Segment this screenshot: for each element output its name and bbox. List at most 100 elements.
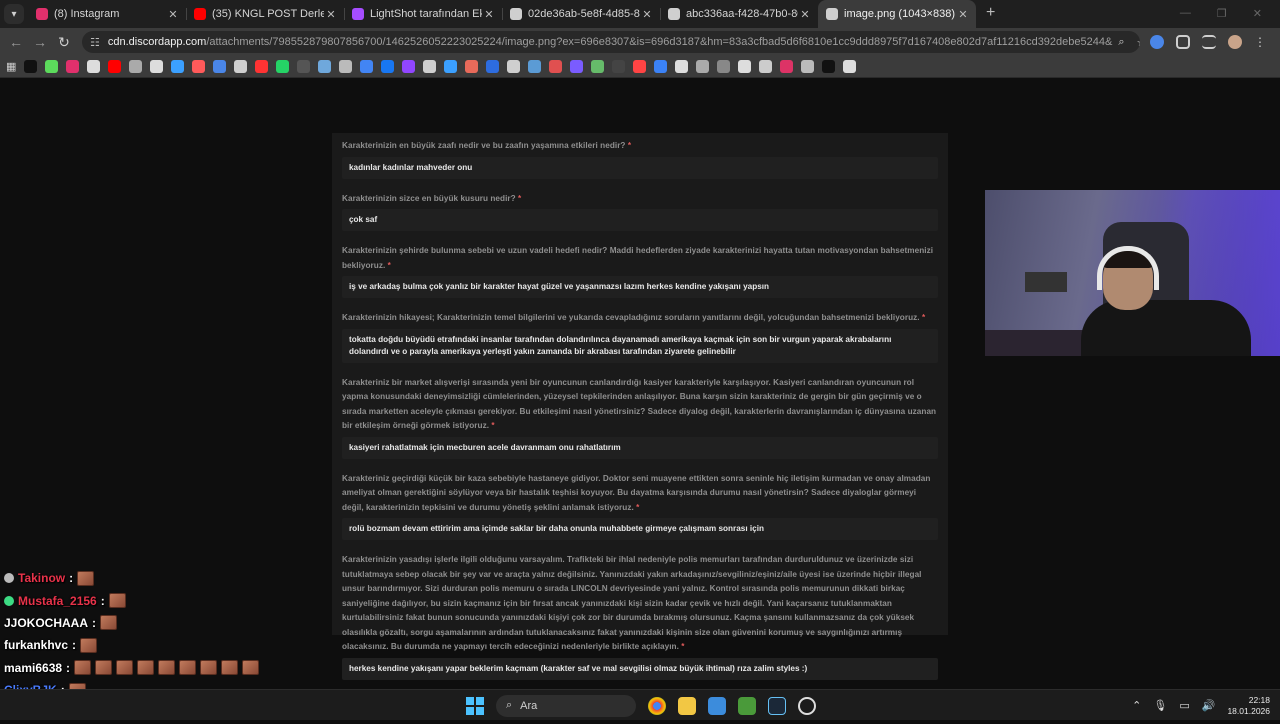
chat-message: Mustafa_2156: [4,589,304,611]
bookmark-icon[interactable] [129,60,143,73]
bookmark-icon[interactable] [255,60,269,73]
tray-chevron-icon[interactable]: ⌃ [1132,699,1141,712]
bookmark-icon[interactable] [759,60,773,73]
tab-close-icon[interactable]: ✕ [482,8,496,21]
browser-tab[interactable]: (35) KNGL POST Derleme | #1 -✕ [186,0,344,28]
photos-icon[interactable] [708,696,726,715]
question-text: Karakterinizin yasadışı işlerle ilgili o… [342,555,922,651]
bookmark-icon[interactable] [276,60,290,73]
extensions-puzzle-icon[interactable] [1176,35,1190,49]
bookmark-icon[interactable] [801,60,815,73]
maximize-icon[interactable]: ❐ [1217,7,1227,20]
bookmark-icon[interactable] [549,60,563,73]
bookmark-icon[interactable] [675,60,689,73]
bookmark-icon[interactable] [339,60,353,73]
bookmark-icon[interactable] [66,60,80,73]
bookmark-icon[interactable] [822,60,836,73]
close-window-icon[interactable]: ✕ [1253,7,1262,20]
bookmark-icon[interactable] [528,60,542,73]
bookmark-icon[interactable] [843,60,857,73]
steam-icon[interactable] [768,696,786,715]
bookmark-icon[interactable] [423,60,437,73]
webcam-person-body [1081,300,1251,356]
tab-close-icon[interactable]: ✕ [166,8,180,21]
bookmark-icon[interactable] [402,60,416,73]
bookmark-icon[interactable] [150,60,164,73]
site-info-icon[interactable]: ☷ [90,36,100,49]
form-question-block: Karakteriniz bir market alışverişi sıras… [342,376,938,459]
bookmark-icon[interactable] [45,60,59,73]
bookmark-icon[interactable] [738,60,752,73]
bookmark-icon[interactable] [87,60,101,73]
reading-list-icon[interactable] [1202,35,1216,49]
tab-favicon-icon [36,8,48,20]
settings-icon[interactable] [798,696,816,715]
bookmark-icon[interactable] [381,60,395,73]
tab-close-icon[interactable]: ✕ [640,8,654,21]
browser-tab[interactable]: (8) Instagram ✕ [28,0,186,28]
bookmark-icon[interactable] [507,60,521,73]
browser-tab[interactable]: abc336aa-f428-47b0-809d-20b✕ [660,0,818,28]
webcam-overlay [985,190,1280,356]
browser-tab[interactable]: 02de36ab-5e8f-4d85-8a17-95d✕ [502,0,660,28]
bookmark-icon[interactable] [465,60,479,73]
bookmark-icon[interactable] [780,60,794,73]
taskbar-search[interactable]: ⌕ Ara [496,694,636,717]
bookmark-icon[interactable] [108,60,122,73]
bookmark-icon[interactable] [297,60,311,73]
start-button[interactable] [466,696,484,715]
tab-close-icon[interactable]: ✕ [956,8,970,21]
chat-message: mami6638: [4,657,304,679]
menu-dots-icon[interactable]: ⋮ [1254,35,1266,49]
profile-avatar[interactable] [1228,35,1242,49]
required-mark: * [491,421,495,430]
bookmark-icon[interactable] [633,60,647,73]
tab-search-button[interactable]: ▾ [4,4,24,24]
required-mark: * [921,313,926,322]
minimize-icon[interactable]: — [1180,7,1191,20]
network-icon[interactable]: ▭ [1179,699,1189,712]
apps-grid-icon[interactable]: ▦ [6,60,16,73]
extension-icon[interactable] [1150,35,1164,49]
bookmark-icon[interactable] [654,60,668,73]
bookmark-icon[interactable] [570,60,584,73]
browser-tab[interactable]: image.png (1043×838) ✕ [818,0,976,28]
bookmark-icon[interactable] [612,60,626,73]
reload-icon[interactable]: ↻ [52,34,76,51]
chrome-icon[interactable] [648,696,666,715]
bookmark-icon[interactable] [360,60,374,73]
chat-emote-icon [200,660,218,676]
bookmark-icon[interactable] [318,60,332,73]
bookmark-icon[interactable] [171,60,185,73]
app-icon[interactable] [738,696,756,715]
chat-username: mami6638 [4,660,63,675]
taskbar: ⌕ Ara ⌃ 🎙 ▭ 🔊 22:18 18.01.2026 [0,689,1280,720]
form-question-block: Karakterinizin sizce en büyük kusuru ned… [342,192,938,231]
clock-date: 18.01.2026 [1227,705,1270,716]
tab-close-icon[interactable]: ✕ [324,8,338,21]
chat-separator: : [100,593,105,608]
bookmark-icon[interactable] [591,60,605,73]
microphone-icon[interactable]: 🎙 [1153,699,1167,712]
back-icon[interactable]: ← [4,34,28,50]
bookmark-icon[interactable] [486,60,500,73]
bookmark-icon[interactable] [696,60,710,73]
tab-close-icon[interactable]: ✕ [798,8,812,21]
bookmark-icon[interactable] [24,60,38,73]
question-label: Karakterinizin sizce en büyük kusuru ned… [342,192,938,207]
bookmark-icon[interactable] [213,60,227,73]
browser-tab[interactable]: LightShot tarafından Ekran Gör✕ [344,0,502,28]
address-bar[interactable]: ☷ cdn.discordapp.com/attachments/7985528… [82,31,1140,53]
question-label: Karakterinizin hikayesi; Karakterinizin … [342,311,938,326]
file-explorer-icon[interactable] [678,696,696,715]
volume-icon[interactable]: 🔊 [1202,699,1216,712]
bookmark-icon[interactable] [717,60,731,73]
forward-icon[interactable]: → [28,34,52,50]
new-tab-button[interactable]: + [986,4,995,22]
clock[interactable]: 22:18 18.01.2026 [1227,695,1270,717]
bookmark-icon[interactable] [234,60,248,73]
bookmark-icon[interactable] [192,60,206,73]
bookmark-icon[interactable] [444,60,458,73]
zoom-icon[interactable]: ⌕ [1118,36,1124,49]
bookmarks-bar: ▦ [0,56,1280,78]
